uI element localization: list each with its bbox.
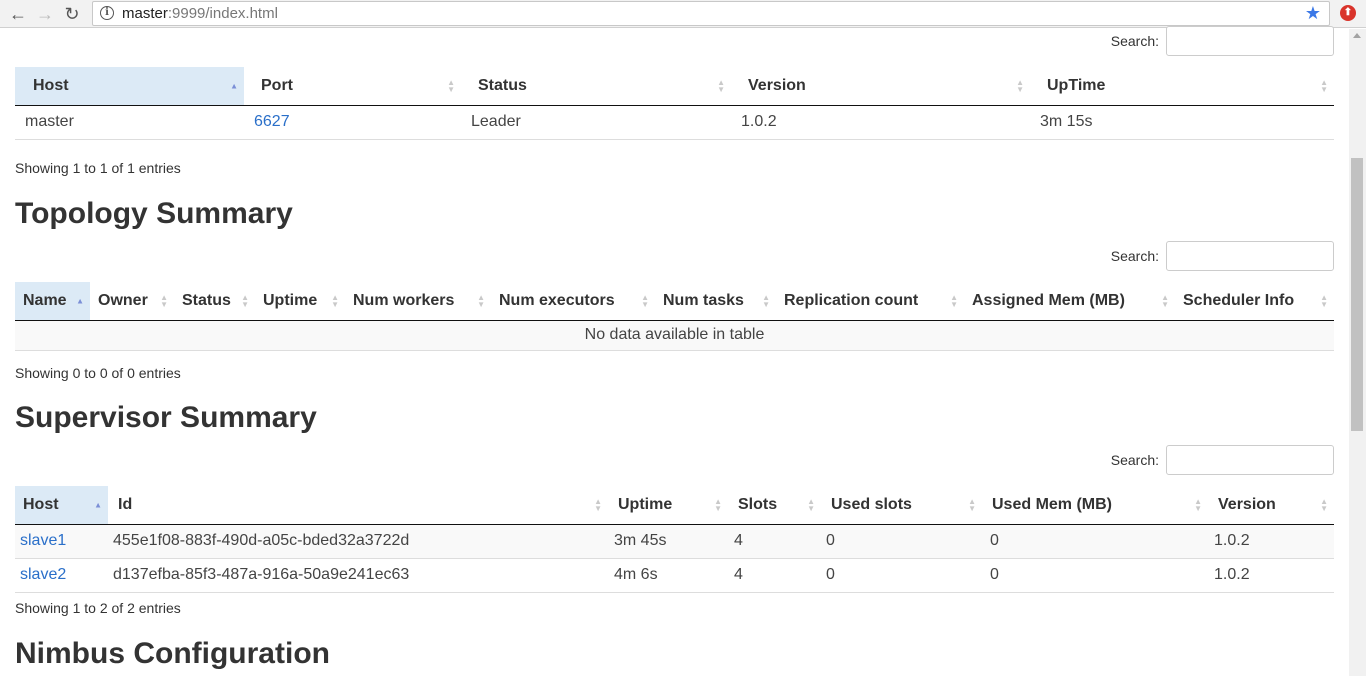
col-used-mem[interactable]: Used Mem (MB) ▲ ▼: [982, 486, 1208, 525]
supervisor-uptime: 4m 6s: [608, 558, 728, 593]
search-label: Search:: [1110, 452, 1159, 468]
nimbus-search-input[interactable]: [1166, 26, 1334, 56]
supervisor-version: 1.0.2: [1208, 524, 1334, 559]
col-id[interactable]: Id ▲ ▼: [108, 486, 608, 525]
nimbus-port-link[interactable]: 6627: [244, 105, 461, 140]
col-version[interactable]: Version ▲ ▼: [1208, 486, 1334, 525]
supervisor-summary-table: Host ▲ Id ▲ ▼ Uptime ▲ ▼ Slots ▲ ▼ Used slots ▲ ▼…: [15, 486, 1334, 593]
supervisor-host-cell: slave2: [15, 558, 108, 593]
supervisor-version: 1.0.2: [1208, 558, 1334, 593]
supervisor-slots: 4: [728, 524, 821, 559]
supervisor-slots: 4: [728, 558, 821, 593]
search-label: Search:: [1110, 33, 1159, 49]
topology-search-input[interactable]: [1166, 241, 1334, 271]
topology-search: Search:: [934, 241, 1334, 271]
reload-icon[interactable]: ↻: [62, 4, 82, 24]
nimbus-configuration-title: Nimbus Configuration: [15, 637, 330, 670]
nimbus-status: Leader: [461, 105, 731, 140]
empty-table-message: No data available in table: [15, 320, 1334, 351]
scroll-thumb[interactable]: [1351, 158, 1363, 431]
col-port[interactable]: Port ▲ ▼: [244, 67, 461, 106]
topology-summary-table: Name ▲ Owner ▲ ▼ Status ▲ ▼ Uptime ▲ ▼ Num work…: [15, 282, 1334, 351]
col-slots[interactable]: Slots ▲ ▼: [728, 486, 821, 525]
col-uptime[interactable]: Uptime ▲ ▼: [255, 282, 345, 321]
nimbus-host: master: [15, 105, 244, 140]
col-host[interactable]: Host ▲: [15, 486, 108, 525]
nimbus-version: 1.0.2: [731, 105, 1030, 140]
col-uptime[interactable]: UpTime ▲ ▼: [1030, 67, 1334, 106]
supervisor-entries-info: Showing 1 to 2 of 2 entries: [15, 600, 181, 616]
site-info-icon[interactable]: i: [100, 6, 114, 20]
col-used-slots[interactable]: Used slots ▲ ▼: [821, 486, 982, 525]
supervisor-search-input[interactable]: [1166, 445, 1334, 475]
scroll-up-arrow-icon[interactable]: [1353, 33, 1361, 38]
col-num-executors[interactable]: Num executors ▲ ▼: [491, 282, 655, 321]
topology-summary-title: Topology Summary: [15, 197, 293, 230]
bookmark-star-icon[interactable]: ★: [1305, 3, 1321, 24]
col-owner[interactable]: Owner ▲ ▼: [90, 282, 174, 321]
nimbus-entries-info: Showing 1 to 1 of 1 entries: [15, 160, 181, 176]
col-num-workers[interactable]: Num workers ▲ ▼: [345, 282, 491, 321]
supervisor-host-link[interactable]: slave2: [20, 566, 66, 583]
topology-entries-info: Showing 0 to 0 of 0 entries: [15, 365, 181, 381]
supervisor-id: d137efba-85f3-487a-916a-50a9e241ec63: [108, 558, 608, 593]
table-row: slave2 d137efba-85f3-487a-916a-50a9e241e…: [15, 558, 1334, 593]
col-version[interactable]: Version ▲ ▼: [731, 67, 1030, 106]
supervisor-id: 455e1f08-883f-490d-a05c-bded32a3722d: [108, 524, 608, 559]
col-status[interactable]: Status ▲ ▼: [174, 282, 255, 321]
supervisor-used-slots: 0: [821, 524, 982, 559]
col-num-tasks[interactable]: Num tasks ▲ ▼: [655, 282, 776, 321]
nimbus-summary-table: Host ▲ Port ▲ ▼ Status ▲ ▼ Version ▲ ▼ UpTime ▲ ▼…: [15, 67, 1334, 140]
supervisor-used-mem: 0: [982, 524, 1208, 559]
nimbus-search: Search:: [934, 26, 1334, 56]
back-arrow-icon[interactable]: ←: [8, 4, 28, 24]
extension-icon[interactable]: ⬆: [1340, 5, 1356, 21]
col-assigned-mem[interactable]: Assigned Mem (MB) ▲ ▼: [964, 282, 1175, 321]
address-url[interactable]: master:9999/index.html: [122, 5, 278, 22]
col-status[interactable]: Status ▲ ▼: [461, 67, 731, 106]
table-row: slave1 455e1f08-883f-490d-a05c-bded32a37…: [15, 524, 1334, 559]
col-scheduler-info[interactable]: Scheduler Info ▲ ▼: [1175, 282, 1334, 321]
search-label: Search:: [1110, 248, 1159, 264]
browser-toolbar: ← → ↻ i master:9999/index.html ★ ⬆: [0, 0, 1366, 28]
forward-arrow-icon[interactable]: →: [35, 4, 55, 24]
table-row: No data available in table: [15, 320, 1334, 351]
col-uptime[interactable]: Uptime ▲ ▼: [608, 486, 728, 525]
col-replication-count[interactable]: Replication count ▲ ▼: [776, 282, 964, 321]
supervisor-search: Search:: [934, 445, 1334, 475]
supervisor-host-link[interactable]: slave1: [20, 532, 66, 549]
supervisor-uptime: 3m 45s: [608, 524, 728, 559]
supervisor-used-slots: 0: [821, 558, 982, 593]
supervisor-used-mem: 0: [982, 558, 1208, 593]
nimbus-uptime: 3m 15s: [1030, 105, 1334, 140]
address-bar[interactable]: i master:9999/index.html ★: [92, 1, 1330, 26]
page-scrollbar[interactable]: [1349, 29, 1366, 676]
col-host[interactable]: Host ▲: [15, 67, 244, 106]
supervisor-summary-title: Supervisor Summary: [15, 401, 317, 434]
col-name[interactable]: Name ▲: [15, 282, 90, 321]
table-row: master 6627 Leader 1.0.2 3m 15s: [15, 105, 1334, 140]
supervisor-host-cell: slave1: [15, 524, 108, 559]
